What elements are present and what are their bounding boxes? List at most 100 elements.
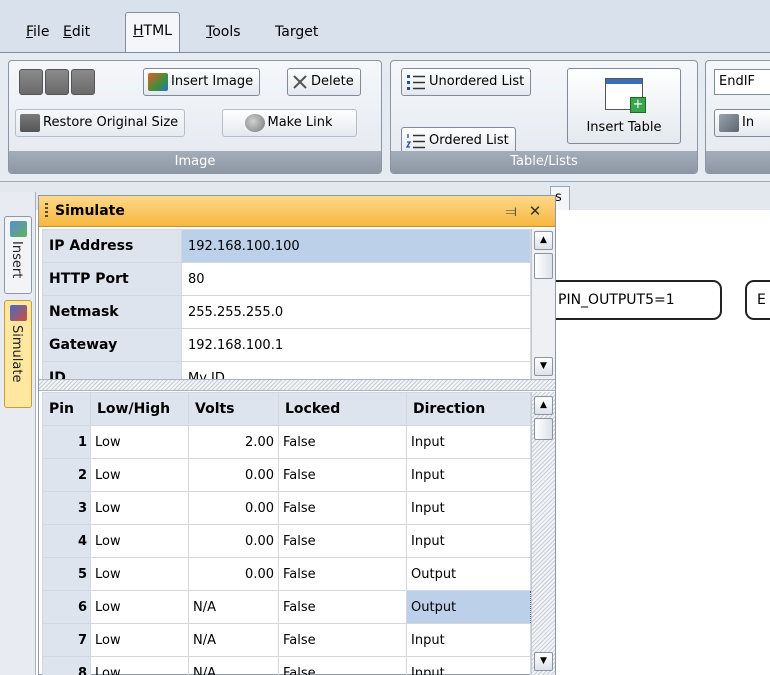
column-header-low-high[interactable]: Low/High [90,392,189,426]
sidetab-simulate[interactable]: Simulate [4,300,32,408]
restore-original-size-button[interactable]: Restore Original Size [15,109,186,137]
direction-cell[interactable]: Input [406,623,531,657]
property-row[interactable]: IP Address 192.168.100.100 [42,229,531,263]
property-value[interactable]: My ID [181,361,531,379]
close-panel-icon[interactable]: ✕ [525,200,545,222]
splitter[interactable] [39,379,555,391]
menu-target[interactable]: Target [275,20,318,44]
align-center-button[interactable] [45,69,69,95]
direction-cell[interactable]: Input [406,524,531,558]
locked-cell[interactable]: False [278,491,407,525]
locked-cell[interactable]: False [278,557,407,591]
direction-cell[interactable]: Output [406,590,531,624]
direction-cell[interactable]: Output [406,557,531,591]
table-row[interactable]: 8 Low N/A False Input [42,656,531,675]
scroll-down-icon[interactable]: ▼ [534,357,553,376]
pin-table: Pin Low/High Volts Locked Direction 1 Low… [42,392,531,675]
column-header-locked[interactable]: Locked [278,392,407,426]
column-header-direction[interactable]: Direction [406,392,531,426]
scroll-down-icon[interactable]: ▼ [534,652,553,671]
panel-header: Simulate ⫤ ✕ [39,196,555,227]
level-cell[interactable]: Low [90,623,189,657]
direction-cell[interactable]: Input [406,425,531,459]
table-row[interactable]: 7 Low N/A False Input [42,623,531,657]
menu-bar: File Edit HTML Tools Target [0,0,770,52]
side-tab-strip: Insert Simulate [0,192,36,675]
level-cell[interactable]: Low [90,425,189,459]
level-cell[interactable]: Low [90,557,189,591]
locked-cell[interactable]: False [278,656,407,675]
volts-cell[interactable]: 0.00 [188,458,279,492]
locked-cell[interactable]: False [278,458,407,492]
drag-grip-icon[interactable] [45,203,48,219]
scroll-up-icon[interactable]: ▲ [534,231,553,250]
volts-cell[interactable]: 0.00 [188,557,279,591]
level-cell[interactable]: Low [90,458,189,492]
property-key: IP Address [42,229,182,263]
pin-number-cell: 2 [42,458,91,492]
property-value[interactable]: 192.168.100.1 [181,328,531,362]
column-header-pin[interactable]: Pin [42,392,91,426]
direction-cell[interactable]: Input [406,656,531,675]
table-row[interactable]: 3 Low 0.00 False Input [42,491,531,525]
locked-cell[interactable]: False [278,524,407,558]
volts-cell[interactable]: N/A [188,623,279,657]
menu-tools[interactable]: Tools [206,20,241,44]
insert-image-button[interactable]: Insert Image [143,68,261,96]
volts-cell[interactable]: N/A [188,656,279,675]
table-row[interactable]: 4 Low 0.00 False Input [42,524,531,558]
menu-html[interactable]: HTML [125,12,180,52]
locked-cell[interactable]: False [278,590,407,624]
pin-table-header: Pin Low/High Volts Locked Direction [42,392,531,426]
direction-cell[interactable]: Input [406,458,531,492]
pin-table-scrollbar[interactable]: ▲ ▼ [531,392,555,675]
table-row[interactable]: 2 Low 0.00 False Input [42,458,531,492]
insert-table-icon: + [605,78,646,113]
delete-icon [292,73,308,91]
make-link-button[interactable]: Make Link [222,109,357,137]
level-cell[interactable]: Low [90,491,189,525]
flow-node-next[interactable]: E [745,280,770,320]
level-cell[interactable]: Low [90,656,189,675]
level-cell[interactable]: Low [90,590,189,624]
property-row[interactable]: Gateway 192.168.100.1 [42,328,531,362]
property-row[interactable]: Netmask 255.255.255.0 [42,295,531,329]
pin-number-cell: 4 [42,524,91,558]
align-left-button[interactable] [19,69,43,95]
pin-panel-icon[interactable]: ⫤ [501,200,521,222]
align-right-button[interactable] [71,69,95,95]
direction-cell[interactable]: Input [406,491,531,525]
table-row[interactable]: 6 Low N/A False Output [42,590,531,624]
scroll-thumb[interactable] [534,418,553,440]
scroll-thumb[interactable] [534,253,553,279]
property-value[interactable]: 192.168.100.100 [181,229,531,263]
volts-cell[interactable]: 2.00 [188,425,279,459]
menu-edit[interactable]: Edit [63,20,90,44]
unordered-list-button[interactable]: Unordered List [401,68,532,96]
table-row[interactable]: 5 Low 0.00 False Output [42,557,531,591]
property-row[interactable]: ID My ID [42,361,531,379]
control-group: EndIF In [705,60,770,174]
menu-file[interactable]: File [26,20,49,44]
flow-node-pin-output[interactable]: PIN_OUTPUT5=1 [546,280,722,320]
column-header-volts[interactable]: Volts [188,392,279,426]
image-group-label: Image [9,151,381,173]
scroll-up-icon[interactable]: ▲ [534,396,553,415]
property-value[interactable]: 80 [181,262,531,296]
insert-table-button[interactable]: + Insert Table [567,68,681,144]
sidetab-insert[interactable]: Insert [4,216,32,294]
volts-cell[interactable]: N/A [188,590,279,624]
properties-scrollbar[interactable]: ▲ ▼ [531,229,555,379]
property-row[interactable]: HTTP Port 80 [42,262,531,296]
property-value[interactable]: 255.255.255.0 [181,295,531,329]
insert-statement-button[interactable]: In [714,109,770,137]
volts-cell[interactable]: 0.00 [188,524,279,558]
locked-cell[interactable]: False [278,623,407,657]
locked-cell[interactable]: False [278,425,407,459]
table-lists-group: Unordered List Ordered List + Insert Tab… [390,60,698,174]
statement-select[interactable]: EndIF [714,69,770,95]
volts-cell[interactable]: 0.00 [188,491,279,525]
level-cell[interactable]: Low [90,524,189,558]
delete-button[interactable]: Delete [287,68,361,96]
table-row[interactable]: 1 Low 2.00 False Input [42,425,531,459]
